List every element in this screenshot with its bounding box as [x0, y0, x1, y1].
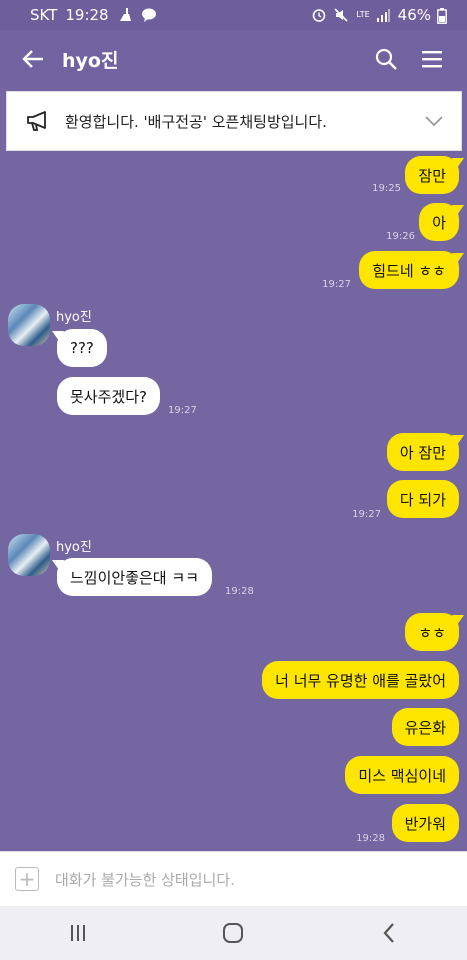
- message-text: 너 너무 유명한 애를 골랐어: [275, 671, 446, 690]
- battery-percent: 46%: [397, 6, 431, 24]
- notice-text: 환영합니다. '배구전공' 오픈채팅방입니다.: [65, 112, 327, 131]
- signal-icon: [376, 8, 392, 22]
- avatar[interactable]: [8, 534, 50, 576]
- message-bubble-theirs[interactable]: 못사주겠다?: [57, 377, 160, 415]
- clock: 19:28: [65, 6, 109, 24]
- message-bubble-mine[interactable]: 아 잠만: [386, 433, 459, 471]
- sender-name: hyo진: [56, 540, 92, 555]
- alarm-icon: [312, 8, 328, 22]
- message-text: 힘드네 ㅎㅎ: [372, 261, 446, 280]
- message-text: 느낌이안좋은대 ㅋㅋ: [70, 568, 199, 587]
- message-text: 잠만: [418, 166, 446, 185]
- message-text: 아: [432, 213, 446, 232]
- message-text: ㅎㅎ: [418, 623, 446, 642]
- message-bubble-mine[interactable]: 힘드네 ㅎㅎ: [359, 251, 459, 289]
- mute-icon: [334, 8, 350, 22]
- message-time: 19:26: [386, 231, 415, 242]
- broom-icon: [117, 8, 133, 22]
- message-bubble-mine[interactable]: 미스 맥심이네: [345, 756, 459, 794]
- battery-icon: [437, 8, 453, 24]
- sender-name: hyo진: [56, 310, 92, 325]
- message-time: 19:27: [168, 405, 197, 416]
- message-bubble-theirs[interactable]: ???: [57, 329, 107, 367]
- lte-indicator: LTE: [356, 10, 370, 19]
- message-time: 19:27: [352, 509, 381, 520]
- message-time: 19:28: [356, 833, 385, 844]
- chat-area[interactable]: 잠만 19:25 아 19:26 힘드네 ㅎㅎ 19:27 hyo진 ??? 못…: [0, 151, 467, 851]
- message-time: 19:27: [322, 279, 351, 290]
- message-bubble-mine[interactable]: 다 되가: [386, 480, 459, 518]
- message-time: 19:25: [372, 183, 401, 194]
- megaphone-icon: [25, 108, 51, 134]
- plus-icon[interactable]: +: [15, 867, 39, 891]
- message-bubble-theirs[interactable]: 느낌이안좋은대 ㅋㅋ: [57, 558, 212, 596]
- message-text: 다 되가: [399, 490, 446, 509]
- carrier: SKT: [30, 6, 58, 24]
- avatar[interactable]: [8, 304, 50, 346]
- message-bubble-mine[interactable]: 반가워: [391, 804, 459, 842]
- message-bubble-mine[interactable]: 잠만: [405, 156, 459, 194]
- message-bubble-mine[interactable]: 아: [419, 203, 459, 241]
- chat-header: hyo진: [0, 30, 467, 88]
- message-bubble-mine[interactable]: 너 너무 유명한 애를 골랐어: [262, 661, 459, 699]
- back-icon[interactable]: [369, 913, 409, 953]
- notice-banner[interactable]: 환영합니다. '배구전공' 오픈채팅방입니다.: [6, 91, 462, 151]
- message-text: 아 잠만: [399, 443, 446, 462]
- message-input-bar: + 대화가 불가능한 상태입니다.: [0, 851, 467, 906]
- message-text: 못사주겠다?: [70, 387, 147, 406]
- recent-apps-icon[interactable]: [58, 913, 98, 953]
- status-bar: SKT 19:28 LTE 46%: [0, 0, 467, 30]
- message-text: 유은화: [404, 718, 446, 737]
- menu-icon[interactable]: [417, 44, 447, 74]
- disabled-input-text: 대화가 불가능한 상태입니다.: [55, 870, 235, 889]
- message-bubble-mine[interactable]: 유은화: [391, 708, 459, 746]
- search-icon[interactable]: [371, 44, 401, 74]
- system-nav-bar: [0, 906, 467, 960]
- message-bubble-mine[interactable]: ㅎㅎ: [405, 613, 459, 651]
- chat-notification-icon: [141, 8, 157, 22]
- chat-room-title: hyo진: [62, 49, 119, 72]
- message-text: 반가워: [404, 814, 446, 833]
- message-text: ???: [70, 339, 94, 357]
- message-time: 19:28: [225, 586, 254, 597]
- chevron-down-icon[interactable]: [423, 110, 445, 132]
- back-arrow-icon[interactable]: [18, 44, 48, 74]
- message-text: 미스 맥심이네: [358, 766, 446, 785]
- home-icon[interactable]: [213, 913, 253, 953]
